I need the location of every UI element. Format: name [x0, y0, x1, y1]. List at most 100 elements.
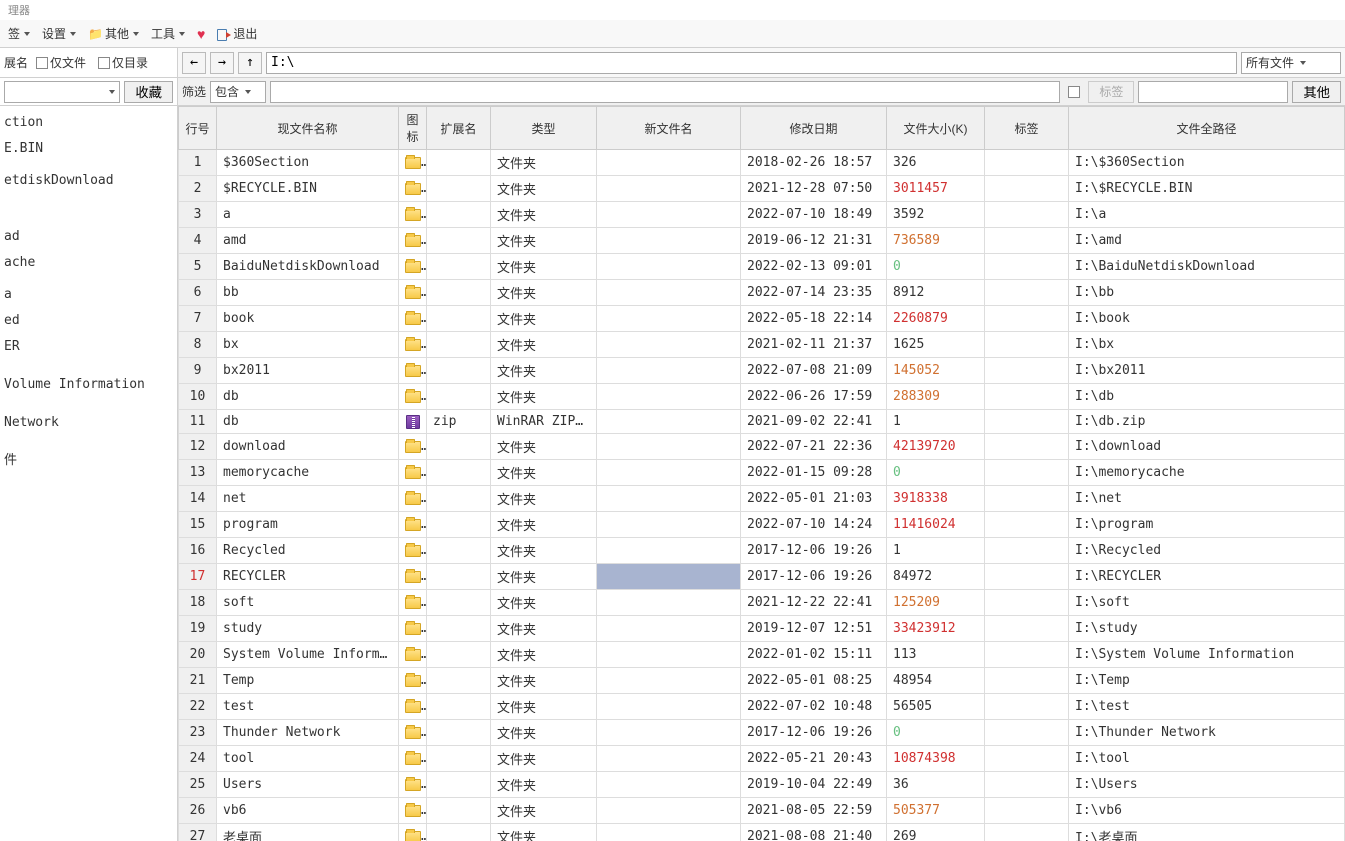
tree-item[interactable]: E.BIN — [0, 136, 177, 162]
tree-item[interactable]: a — [0, 282, 177, 308]
menu-exit[interactable]: 退出 — [213, 23, 261, 44]
cell-rownum: 13 — [179, 460, 217, 486]
filetype-combo[interactable]: 所有文件 — [1241, 52, 1341, 74]
favorites-combo[interactable] — [4, 81, 120, 103]
tree-item[interactable]: ction — [0, 110, 177, 136]
cell-newname[interactable] — [597, 486, 741, 512]
col-rownum[interactable]: 行号 — [179, 107, 217, 150]
cell-newname[interactable] — [597, 590, 741, 616]
table-row[interactable]: 25Users文件夹2019-10-04 22:4936I:\Users — [179, 772, 1345, 798]
col-type[interactable]: 类型 — [491, 107, 597, 150]
col-tag[interactable]: 标签 — [985, 107, 1069, 150]
table-row[interactable]: 22test文件夹2022-07-02 10:4856505I:\test — [179, 694, 1345, 720]
col-newname[interactable]: 新文件名 — [597, 107, 741, 150]
table-row[interactable]: 6bb文件夹2022-07-14 23:358912I:\bb — [179, 280, 1345, 306]
cell-newname[interactable] — [597, 668, 741, 694]
cell-newname[interactable] — [597, 358, 741, 384]
table-row[interactable]: 3a文件夹2022-07-10 18:493592I:\a — [179, 202, 1345, 228]
table-row[interactable]: 21Temp文件夹2022-05-01 08:2548954I:\Temp — [179, 668, 1345, 694]
tree-item[interactable]: 件 — [0, 448, 177, 474]
table-row[interactable]: 14net文件夹2022-05-01 21:033918338I:\net — [179, 486, 1345, 512]
cell-icon — [399, 512, 427, 538]
cell-newname[interactable] — [597, 254, 741, 280]
tree-item[interactable]: ER — [0, 334, 177, 360]
other-button[interactable]: 其他 — [1292, 81, 1341, 103]
only-dirs-checkbox[interactable]: 仅目录 — [94, 54, 152, 71]
nav-up-button[interactable]: ↑ — [238, 52, 262, 74]
col-icon[interactable]: 图标 — [399, 107, 427, 150]
table-row[interactable]: 8bx文件夹2021-02-11 21:371625I:\bx — [179, 332, 1345, 358]
cell-newname[interactable] — [597, 538, 741, 564]
cell-newname[interactable] — [597, 384, 741, 410]
table-row[interactable]: 9bx2011文件夹2022-07-08 21:09145052I:\bx201… — [179, 358, 1345, 384]
menu-tools[interactable]: 工具 — [147, 23, 189, 44]
table-row[interactable]: 24tool文件夹2022-05-21 20:4310874398I:\tool — [179, 746, 1345, 772]
cell-newname[interactable] — [597, 824, 741, 841]
filter-mode-combo[interactable]: 包含 — [210, 81, 266, 103]
cell-newname[interactable] — [597, 176, 741, 202]
nav-back-button[interactable]: ← — [182, 52, 206, 74]
table-row[interactable]: 15program文件夹2022-07-10 14:2411416024I:\p… — [179, 512, 1345, 538]
cell-newname[interactable] — [597, 746, 741, 772]
file-grid-wrap[interactable]: 行号 现文件名称 图标 扩展名 类型 新文件名 修改日期 文件大小(K) 标签 … — [178, 106, 1345, 841]
folder-tree[interactable]: ctionE.BIN etdiskDownload adache aedER Volum… — [0, 106, 177, 841]
filter-input[interactable] — [270, 81, 1060, 103]
heart-icon[interactable]: ♥ — [193, 24, 209, 44]
cell-newname[interactable] — [597, 694, 741, 720]
cell-newname[interactable] — [597, 642, 741, 668]
cell-newname[interactable] — [597, 150, 741, 176]
table-row[interactable]: 2$RECYCLE.BIN文件夹2021-12-28 07:503011457I… — [179, 176, 1345, 202]
menu-settings[interactable]: 设置 — [38, 23, 80, 44]
table-row[interactable]: 18soft文件夹2021-12-22 22:41125209I:\soft — [179, 590, 1345, 616]
cell-newname[interactable] — [597, 616, 741, 642]
table-row[interactable]: 7book文件夹2022-05-18 22:142260879I:\book — [179, 306, 1345, 332]
col-name[interactable]: 现文件名称 — [217, 107, 399, 150]
table-row[interactable]: 17RECYCLER文件夹2017-12-06 19:2684972I:\REC… — [179, 564, 1345, 590]
col-ext[interactable]: 扩展名 — [427, 107, 491, 150]
filter-checkbox[interactable] — [1064, 86, 1084, 98]
table-row[interactable]: 11dbzipWinRAR ZIP...2021-09-02 22:411I:\… — [179, 410, 1345, 434]
tree-item[interactable]: etdiskDownload — [0, 168, 177, 194]
table-row[interactable]: 19study文件夹2019-12-07 12:5133423912I:\stu… — [179, 616, 1345, 642]
cell-newname[interactable] — [597, 772, 741, 798]
cell-newname[interactable] — [597, 332, 741, 358]
table-row[interactable]: 20System Volume Informa...文件夹2022-01-02 … — [179, 642, 1345, 668]
cell-newname[interactable] — [597, 564, 741, 590]
table-row[interactable]: 13memorycache文件夹2022-01-15 09:280I:\memo… — [179, 460, 1345, 486]
cell-newname[interactable] — [597, 434, 741, 460]
table-row[interactable]: 10db文件夹2022-06-26 17:59288309I:\db — [179, 384, 1345, 410]
cell-newname[interactable] — [597, 512, 741, 538]
table-row[interactable]: 27老桌面文件夹2021-08-08 21:40269I:\老桌面 — [179, 824, 1345, 841]
path-input[interactable] — [266, 52, 1237, 74]
table-row[interactable]: 16Recycled文件夹2017-12-06 19:261I:\Recycle… — [179, 538, 1345, 564]
cell-newname[interactable] — [597, 720, 741, 746]
cell-newname[interactable] — [597, 228, 741, 254]
tag-input[interactable] — [1138, 81, 1288, 103]
tree-item[interactable]: ad — [0, 224, 177, 250]
only-files-checkbox[interactable]: 仅文件 — [32, 54, 90, 71]
table-row[interactable]: 12download文件夹2022-07-21 22:3642139720I:\… — [179, 434, 1345, 460]
cell-newname[interactable] — [597, 798, 741, 824]
tree-item[interactable]: Network — [0, 410, 177, 436]
col-path[interactable]: 文件全路径 — [1069, 107, 1345, 150]
cell-newname[interactable] — [597, 202, 741, 228]
table-row[interactable]: 26vb6文件夹2021-08-05 22:59505377I:\vb6 — [179, 798, 1345, 824]
cell-newname[interactable] — [597, 410, 741, 434]
cell-newname[interactable] — [597, 460, 741, 486]
nav-forward-button[interactable]: → — [210, 52, 234, 74]
favorite-button[interactable]: 收藏 — [124, 81, 173, 103]
tree-item[interactable]: Volume Information — [0, 372, 177, 398]
table-row[interactable]: 23Thunder Network文件夹2017-12-06 19:260I:\… — [179, 720, 1345, 746]
tree-item[interactable]: ed — [0, 308, 177, 334]
menu-bookmark[interactable]: 签 — [4, 23, 34, 44]
cell-newname[interactable] — [597, 306, 741, 332]
cell-newname[interactable] — [597, 280, 741, 306]
col-size[interactable]: 文件大小(K) — [887, 107, 985, 150]
menu-other[interactable]: 📁其他 — [84, 23, 143, 44]
table-row[interactable]: 5BaiduNetdiskDownload文件夹2022-02-13 09:01… — [179, 254, 1345, 280]
tree-item[interactable]: ache — [0, 250, 177, 276]
table-row[interactable]: 1$360Section文件夹2018-02-26 18:57326I:\$36… — [179, 150, 1345, 176]
table-row[interactable]: 4amd文件夹2019-06-12 21:31736589I:\amd — [179, 228, 1345, 254]
cell-type: 文件夹 — [491, 254, 597, 280]
col-date[interactable]: 修改日期 — [741, 107, 887, 150]
